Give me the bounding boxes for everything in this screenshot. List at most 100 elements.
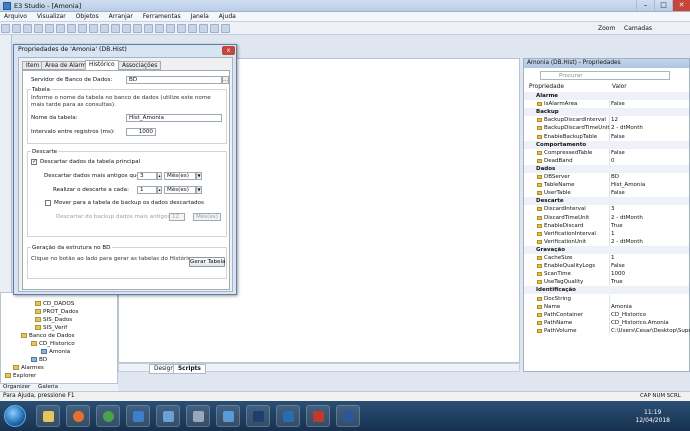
chevron-down-icon[interactable]: ▼ bbox=[196, 186, 202, 194]
discard-each-spinner[interactable]: ▴ bbox=[157, 186, 162, 194]
tree-item-cd-dados[interactable]: CD_DADOS bbox=[35, 301, 74, 307]
server-input[interactable]: BD bbox=[126, 76, 222, 84]
property-value[interactable]: C:\Users\Cesar\Desktop\Super... bbox=[611, 327, 690, 335]
tab-scripts[interactable]: Scripts bbox=[173, 364, 206, 374]
property-row[interactable]: IsAlarmArea False bbox=[524, 100, 689, 109]
tree-item-banco-de-dados[interactable]: Banco de Dados bbox=[21, 333, 74, 339]
open-icon[interactable] bbox=[12, 24, 21, 33]
maximize-button[interactable]: □ bbox=[654, 0, 672, 11]
taskbar-teamviewer-icon[interactable] bbox=[276, 405, 300, 427]
camadas-label[interactable]: Camadas bbox=[624, 25, 652, 32]
property-row[interactable]: CompressedTable False bbox=[524, 148, 689, 157]
polygon-icon[interactable] bbox=[133, 24, 142, 33]
tree-item-cd-historico[interactable]: CD_Historico bbox=[31, 341, 75, 347]
property-category[interactable]: Identificação bbox=[524, 286, 689, 295]
tab-associacoes[interactable]: Associações bbox=[118, 61, 162, 70]
property-row[interactable]: DeadBand 0 bbox=[524, 156, 689, 165]
property-category[interactable]: Gravação bbox=[524, 245, 689, 254]
tab-historico[interactable]: Histórico bbox=[85, 60, 119, 70]
property-row[interactable]: Name Amonia bbox=[524, 302, 689, 311]
backup-older-unit-select[interactable]: Mês(es) bbox=[193, 213, 221, 221]
property-row[interactable]: CacheSize 1 bbox=[524, 254, 689, 262]
discard-older-spinner[interactable]: ▴ bbox=[157, 172, 162, 180]
zoom-label[interactable]: Zoom bbox=[598, 25, 615, 32]
property-row[interactable]: DiscardInterval 3 bbox=[524, 205, 689, 214]
property-value[interactable]: 1000 bbox=[611, 270, 625, 278]
tree-item-explorer[interactable]: Explorer bbox=[5, 373, 36, 379]
property-value[interactable]: 12 bbox=[611, 116, 618, 124]
ellipse-icon[interactable] bbox=[122, 24, 131, 33]
property-value[interactable]: False bbox=[611, 189, 625, 197]
tree-item-bd[interactable]: BD bbox=[31, 357, 47, 363]
property-row[interactable]: VerificationUnit 2 - dtMonth bbox=[524, 237, 689, 246]
redo-icon[interactable] bbox=[78, 24, 87, 33]
property-value[interactable]: CD_Historico.Amonia bbox=[611, 319, 669, 327]
property-category[interactable]: Backup bbox=[524, 108, 689, 117]
property-row[interactable]: DocString bbox=[524, 294, 689, 303]
discard-older-unit-select[interactable]: Mês(es) bbox=[164, 172, 196, 180]
property-row[interactable]: PathVolume C:\Users\Cesar\Desktop\Super..… bbox=[524, 326, 690, 335]
taskbar-explorer-icon[interactable] bbox=[36, 405, 60, 427]
menu-arranjar[interactable]: Arranjar bbox=[105, 12, 137, 20]
discard-older-input[interactable]: 3 bbox=[137, 172, 157, 180]
property-category[interactable]: Descarte bbox=[524, 197, 689, 206]
taskbar-e3studio-icon[interactable] bbox=[306, 405, 330, 427]
server-browse-button[interactable]: ... bbox=[222, 76, 229, 84]
property-value[interactable]: False bbox=[611, 149, 625, 157]
close-button[interactable]: ✕ bbox=[672, 0, 690, 11]
tree-item-prot-dados[interactable]: PROT_Dados bbox=[35, 309, 79, 315]
new-icon[interactable] bbox=[1, 24, 10, 33]
button-icon[interactable] bbox=[166, 24, 175, 33]
tree-item-amonia[interactable]: Amonia bbox=[41, 349, 70, 355]
menu-visualizar[interactable]: Visualizar bbox=[33, 12, 70, 20]
dialog-close-button[interactable]: x bbox=[222, 46, 235, 55]
taskbar-app-icon[interactable] bbox=[126, 405, 150, 427]
tree-item-sis-verif[interactable]: SIS_Verif bbox=[35, 325, 67, 331]
fill-icon[interactable] bbox=[210, 24, 219, 33]
property-row[interactable]: BackupDiscardInterval 12 bbox=[524, 116, 689, 125]
property-row[interactable]: DBServer BD bbox=[524, 173, 689, 181]
property-value[interactable]: False bbox=[611, 100, 625, 108]
table-name-input[interactable]: Hist_Amonia bbox=[126, 114, 222, 122]
menu-objetos[interactable]: Objetos bbox=[72, 12, 103, 20]
property-row[interactable]: UseTagQuality True bbox=[524, 278, 689, 287]
taskbar-word-icon[interactable] bbox=[336, 405, 360, 427]
property-row[interactable]: VerificationInterval 1 bbox=[524, 229, 689, 238]
color-icon[interactable] bbox=[199, 24, 208, 33]
menu-ferramentas[interactable]: Ferramentas bbox=[139, 12, 185, 20]
property-row[interactable]: EnableQualityLogs False bbox=[524, 262, 689, 271]
taskbar-firefox-icon[interactable] bbox=[66, 405, 90, 427]
discard-each-input[interactable]: 1 bbox=[137, 186, 157, 194]
taskbar-tool-icon[interactable] bbox=[186, 405, 210, 427]
align-icon[interactable] bbox=[177, 24, 186, 33]
interval-input[interactable]: 1000 bbox=[126, 128, 156, 136]
line-icon[interactable] bbox=[100, 24, 109, 33]
taskbar-chrome-icon[interactable] bbox=[96, 405, 120, 427]
property-value[interactable]: Amonia bbox=[611, 303, 632, 311]
property-value[interactable]: 2 - dtMonth bbox=[611, 238, 643, 246]
property-value[interactable]: False bbox=[611, 262, 625, 270]
property-value[interactable]: 0 bbox=[611, 157, 615, 165]
taskbar-photos-icon[interactable] bbox=[216, 405, 240, 427]
menu-ajuda[interactable]: Ajuda bbox=[215, 12, 240, 20]
system-clock[interactable]: 11:19 12/04/2018 bbox=[635, 409, 670, 425]
property-value[interactable]: 2 - dtMonth bbox=[611, 124, 643, 132]
image-icon[interactable] bbox=[155, 24, 164, 33]
property-row[interactable]: ScanTime 1000 bbox=[524, 270, 689, 279]
undo-icon[interactable] bbox=[67, 24, 76, 33]
property-row[interactable]: UserTable False bbox=[524, 189, 689, 198]
tree-item-alarmes[interactable]: Alarmes bbox=[13, 365, 44, 371]
save-icon[interactable] bbox=[23, 24, 32, 33]
properties-search[interactable]: Procurar bbox=[540, 71, 670, 80]
property-value[interactable]: CD_Historico bbox=[611, 311, 646, 319]
property-value[interactable]: 1 bbox=[611, 254, 615, 262]
font-icon[interactable] bbox=[221, 24, 230, 33]
minimize-button[interactable]: – bbox=[636, 0, 654, 11]
property-row[interactable]: PathName CD_Historico.Amonia bbox=[524, 318, 689, 327]
property-category[interactable]: Comportamento bbox=[524, 140, 689, 149]
tree-item-sis-dados[interactable]: SIS_Dados bbox=[35, 317, 72, 323]
tab-galeria[interactable]: Galeria bbox=[38, 384, 58, 390]
generate-table-button[interactable]: Gerar Tabela bbox=[189, 257, 225, 267]
tab-organizer[interactable]: Organizer bbox=[3, 384, 30, 390]
property-row[interactable]: BackupDiscardTimeUnit 2 - dtMonth bbox=[524, 124, 689, 133]
